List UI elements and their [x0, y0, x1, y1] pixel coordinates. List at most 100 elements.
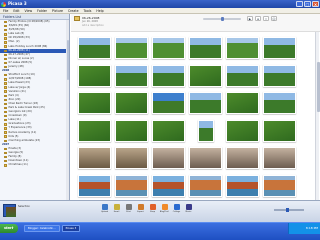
slider-handle[interactable]: [221, 17, 224, 21]
folder-header: 06-26-2008 Jun 26, 2008 Add a descriptio…: [71, 14, 320, 32]
photo-image: [189, 64, 222, 87]
star-filter-icon[interactable]: ☆: [263, 16, 269, 21]
timeline-icon[interactable]: ≡: [255, 16, 261, 21]
lightbox-scrollbar[interactable]: [315, 32, 320, 200]
thumbnail-size-slider[interactable]: [203, 17, 241, 21]
photo-thumbnail[interactable]: [77, 146, 112, 171]
sidebar-scrollbar[interactable]: [66, 20, 69, 200]
minimize-button[interactable]: _: [296, 1, 303, 7]
folder-icon: [4, 119, 7, 122]
photo-image: [78, 37, 111, 60]
photo-thumbnail[interactable]: [114, 119, 149, 144]
photo-thumbnail[interactable]: [225, 64, 260, 89]
tray-collage-button[interactable]: Collage: [172, 204, 181, 213]
folder-icon: [4, 82, 7, 85]
tray-export-button[interactable]: Export: [136, 204, 145, 213]
photo-thumbnail[interactable]: [262, 119, 297, 144]
photo-thumbnail[interactable]: [188, 91, 223, 116]
folder-icon: [4, 33, 7, 36]
photo-image: [189, 174, 222, 197]
menu-item-tools[interactable]: Tools: [84, 8, 92, 13]
photo-thumbnail[interactable]: [151, 36, 186, 61]
photo-thumbnail[interactable]: [114, 36, 149, 61]
folder-icon: [4, 74, 7, 77]
close-button[interactable]: ×: [312, 1, 319, 7]
tray-movie-button[interactable]: Movie: [184, 204, 193, 213]
photo-thumbnail[interactable]: [77, 91, 112, 116]
photo-thumbnail[interactable]: [188, 174, 223, 199]
photo-image: [189, 147, 222, 170]
photo-thumbnail[interactable]: [77, 119, 112, 144]
photo-thumbnail[interactable]: [262, 146, 297, 171]
taskbar: start Blogger: Celebratin... Picasa 3 8:1…: [0, 222, 320, 240]
photo-thumbnail[interactable]: [225, 36, 260, 61]
folder-icon: [4, 20, 7, 24]
photo-thumbnail[interactable]: [114, 64, 149, 89]
folder-icon: [4, 106, 7, 110]
people-filter-icon[interactable]: ☺: [271, 16, 277, 21]
photo-thumbnail[interactable]: [151, 146, 186, 171]
photo-thumbnail[interactable]: [151, 91, 186, 116]
photo-thumbnail[interactable]: [114, 174, 149, 199]
photo-thumbnail[interactable]: [151, 64, 186, 89]
photo-thumbnail[interactable]: [225, 146, 260, 171]
photo-image: [115, 147, 148, 170]
taskbar-task[interactable]: Picasa 3: [61, 225, 81, 232]
photo-thumbnail[interactable]: [188, 146, 223, 171]
photo-thumbnail[interactable]: [188, 64, 223, 89]
play-slideshow-icon[interactable]: ▶: [247, 16, 253, 21]
photo-thumbnail[interactable]: [262, 36, 297, 61]
zoom-slider[interactable]: [274, 208, 304, 212]
photo-image: [226, 147, 259, 170]
photo-thumbnail[interactable]: [114, 91, 149, 116]
folder-icon: [4, 90, 7, 93]
folder-item[interactable]: Christmas (11): [0, 163, 69, 167]
photo-image: [263, 64, 296, 87]
folder-icon: [4, 57, 7, 61]
photo-thumbnail[interactable]: [262, 91, 297, 116]
photo-thumbnail[interactable]: [188, 119, 223, 144]
maximize-button[interactable]: □: [304, 1, 311, 7]
lightbox-scroll-thumb[interactable]: [316, 62, 320, 112]
photo-thumbnail[interactable]: [262, 64, 297, 89]
menu-item-create[interactable]: Create: [68, 8, 79, 13]
email-icon: [113, 204, 120, 210]
photo-thumbnail[interactable]: [77, 36, 112, 61]
folder-description[interactable]: Add a description: [82, 24, 104, 27]
photo-image: [152, 119, 185, 142]
photo-thumbnail[interactable]: [225, 174, 260, 199]
menu-item-help[interactable]: Help: [96, 8, 103, 13]
photo-thumbnail[interactable]: [151, 119, 186, 144]
photo-thumbnail[interactable]: [188, 36, 223, 61]
tray-tool-label: Collage: [172, 210, 181, 213]
movie-icon: [185, 204, 192, 210]
photo-thumbnail[interactable]: [77, 174, 112, 199]
menu-item-file[interactable]: File: [3, 8, 8, 13]
folder-icon: [4, 49, 7, 52]
zoom-handle[interactable]: [286, 208, 289, 212]
menu-item-folder[interactable]: Folder: [37, 8, 47, 13]
photo-image: [152, 174, 185, 197]
photo-image: [263, 92, 296, 115]
tray-email-button[interactable]: Email: [112, 204, 121, 213]
taskbar-task[interactable]: Blogger: Celebratin...: [24, 225, 60, 232]
menu-item-edit[interactable]: Edit: [13, 8, 19, 13]
menu-item-picture[interactable]: Picture: [52, 8, 63, 13]
tray-shop-button[interactable]: Shop: [148, 204, 157, 213]
tray-print-button[interactable]: Print: [124, 204, 133, 213]
photo-thumbnail[interactable]: [225, 119, 260, 144]
photo-thumbnail[interactable]: [151, 174, 186, 199]
folder-icon: [4, 164, 7, 167]
photo-thumbnail[interactable]: [114, 146, 149, 171]
tray-upload-button[interactable]: Upload: [100, 204, 109, 213]
sidebar-scroll-thumb[interactable]: [66, 40, 69, 80]
start-button[interactable]: start: [0, 224, 18, 233]
menu-item-view[interactable]: View: [25, 8, 33, 13]
blogthis-icon: [161, 204, 168, 210]
photo-thumbnail[interactable]: [225, 91, 260, 116]
selected-photo[interactable]: [3, 204, 16, 217]
photo-thumbnail[interactable]: [77, 64, 112, 89]
tray-tool-label: Upload: [100, 210, 108, 213]
tray-blogthis-button[interactable]: BlogThis!: [160, 204, 169, 213]
photo-thumbnail[interactable]: [262, 174, 297, 199]
